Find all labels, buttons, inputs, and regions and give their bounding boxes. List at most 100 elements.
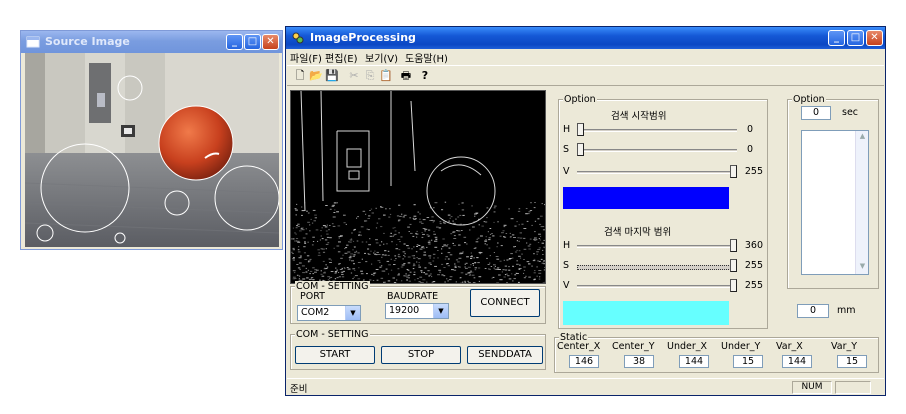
listbox-scrollbar[interactable]: ▲ ▼ (855, 131, 868, 274)
start-v-slider[interactable] (577, 171, 737, 174)
edge-image-view (290, 90, 546, 284)
status-bar: 준비 NUM (287, 378, 884, 395)
timer-option-group: Option 0 sec ▲ ▼ (787, 94, 879, 289)
close-button[interactable]: ✕ (866, 30, 883, 46)
start-v-thumb[interactable] (730, 165, 737, 178)
menu-edit[interactable]: 편집(E) (325, 50, 358, 65)
end-s-label: S (563, 260, 570, 271)
sec-input[interactable]: 0 (801, 106, 831, 120)
status-pane-empty (835, 381, 871, 394)
source-title-bar[interactable]: Source Image _ □ ✕ (21, 31, 282, 53)
sec-unit-label: sec (842, 107, 859, 118)
static-group: Static Center_X Center_Y Under_X Under_Y… (554, 332, 879, 373)
end-h-slider[interactable] (577, 245, 737, 248)
option-title: Option (563, 94, 597, 105)
copy-icon[interactable]: ⎘ (363, 69, 377, 83)
mm-input[interactable]: 0 (797, 304, 829, 318)
com-control-title: COM - SETTING (295, 329, 370, 340)
value-var-y: 15 (837, 355, 867, 368)
start-range-title: 검색 시작범위 (611, 111, 667, 122)
end-h-thumb[interactable] (730, 239, 737, 252)
status-num-indicator: NUM (792, 381, 832, 394)
chevron-down-icon[interactable]: ▼ (857, 262, 868, 273)
minimize-button[interactable]: _ (828, 30, 845, 46)
stop-button[interactable]: STOP (381, 346, 461, 364)
help-icon[interactable]: ? (418, 69, 432, 83)
toolbar: 🗋 📂 💾 ✂ ⎘ 📋 🖶 ? (287, 65, 884, 86)
end-range-title: 검색 마지막 범위 (604, 227, 672, 238)
end-color-swatch (563, 301, 729, 325)
header-var-x: Var_X (776, 341, 803, 352)
start-color-swatch (563, 187, 729, 209)
mm-unit-label: mm (837, 305, 856, 316)
start-h-thumb[interactable] (577, 123, 584, 136)
start-h-value: 0 (746, 124, 753, 135)
image-processing-window: ImageProcessing _ □ ✕ 파일(F) 편집(E) 보기(V) … (285, 26, 886, 396)
end-v-label: V (563, 280, 570, 291)
main-title-bar[interactable]: ImageProcessing _ □ ✕ (286, 27, 885, 49)
option2-title: Option (792, 94, 826, 105)
paste-icon[interactable]: 📋 (379, 69, 393, 83)
value-under-x: 144 (679, 355, 709, 368)
port-value: COM2 (301, 307, 330, 318)
app-icon (292, 32, 304, 44)
start-h-slider[interactable] (577, 129, 737, 132)
open-folder-icon[interactable]: 📂 (309, 69, 323, 83)
maximize-button[interactable]: □ (847, 30, 864, 46)
menu-file[interactable]: 파일(F) (290, 50, 322, 65)
end-s-thumb[interactable] (730, 259, 737, 272)
start-s-value: 0 (746, 144, 753, 155)
cut-icon[interactable]: ✂ (347, 69, 361, 83)
baudrate-select[interactable]: 19200 ▼ (385, 303, 449, 319)
start-button[interactable]: START (295, 346, 375, 364)
hsv-option-group: Option 검색 시작범위 H 0 S 0 V 255 검색 마지막 범위 H… (558, 94, 768, 329)
baudrate-value: 19200 (389, 305, 420, 316)
start-v-label: V (563, 166, 570, 177)
chevron-up-icon[interactable]: ▲ (857, 132, 868, 143)
status-ready-text: 준비 (290, 384, 308, 395)
end-v-slider[interactable] (577, 285, 737, 288)
close-button[interactable]: ✕ (262, 34, 279, 50)
end-h-label: H (563, 240, 571, 251)
source-image-window: Source Image _ □ ✕ (20, 30, 283, 250)
header-var-y: Var_Y (831, 341, 858, 352)
start-s-label: S (563, 144, 570, 155)
senddata-button[interactable]: SENDDATA (467, 346, 543, 364)
end-s-slider[interactable] (577, 265, 737, 270)
main-window-title: ImageProcessing (310, 31, 416, 44)
end-v-value: 255 (744, 280, 763, 291)
value-center-y: 38 (624, 355, 654, 368)
port-label: PORT (300, 291, 325, 302)
start-h-label: H (563, 124, 571, 135)
start-s-slider[interactable] (577, 149, 737, 152)
source-window-title: Source Image (45, 35, 130, 48)
baudrate-label: BAUDRATE (387, 291, 439, 302)
end-h-value: 360 (744, 240, 763, 251)
menu-view[interactable]: 보기(V) (365, 50, 398, 65)
data-listbox[interactable]: ▲ ▼ (801, 130, 869, 275)
save-icon[interactable]: 💾 (325, 69, 339, 83)
source-image (25, 53, 279, 247)
header-center-x: Center_X (557, 341, 601, 352)
minimize-button[interactable]: _ (226, 34, 243, 50)
chevron-down-icon[interactable]: ▼ (345, 306, 360, 320)
menu-bar: 파일(F) 편집(E) 보기(V) 도움말(H) (287, 49, 884, 65)
value-center-x: 146 (569, 355, 599, 368)
header-under-y: Under_Y (721, 341, 761, 352)
end-s-value: 255 (744, 260, 763, 271)
maximize-button[interactable]: □ (244, 34, 261, 50)
value-under-y: 15 (733, 355, 763, 368)
connect-button[interactable]: CONNECT (470, 289, 540, 317)
header-center-y: Center_Y (612, 341, 655, 352)
com-control-group: COM - SETTING START STOP SENDDATA (290, 329, 546, 370)
chevron-down-icon[interactable]: ▼ (433, 304, 448, 318)
start-s-thumb[interactable] (577, 143, 584, 156)
value-var-x: 144 (782, 355, 812, 368)
port-select[interactable]: COM2 ▼ (297, 305, 361, 321)
print-icon[interactable]: 🖶 (399, 69, 413, 83)
header-under-x: Under_X (667, 341, 708, 352)
start-v-value: 255 (744, 166, 763, 177)
new-file-icon[interactable]: 🗋 (293, 69, 307, 83)
end-v-thumb[interactable] (730, 279, 737, 292)
menu-help[interactable]: 도움말(H) (405, 50, 448, 65)
